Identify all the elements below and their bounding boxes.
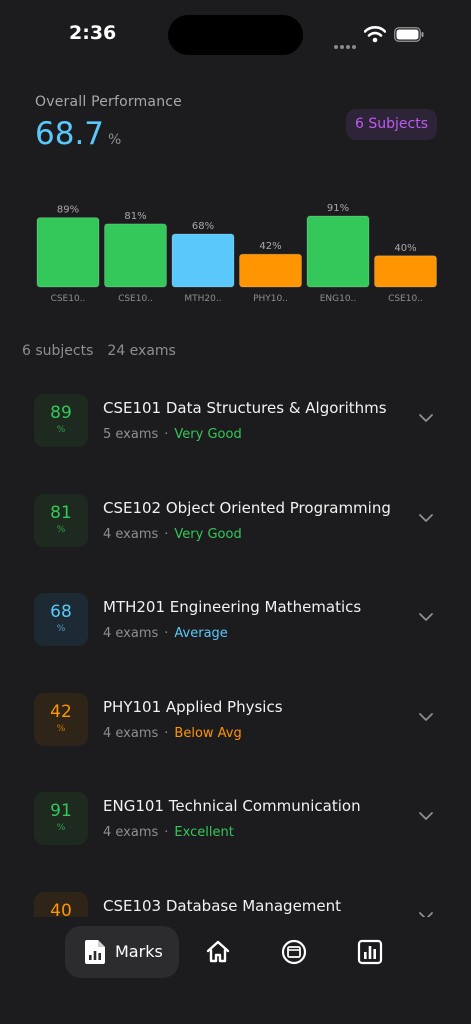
chevron-down-icon[interactable] [418,712,434,722]
chart-category-label: CSE10.. [51,294,86,304]
home-icon[interactable] [205,939,231,965]
subject-row[interactable]: 81% CSE102 Object Oriented Programming 4 e… [0,470,471,569]
chart-bar [239,253,302,288]
chart-category-label: ENG10.. [320,294,357,304]
subject-name: MTH201 Engineering Mathematics [103,598,362,616]
subject-name: CSE103 Database Management [103,896,342,915]
meta-separator: · [164,825,169,840]
summary-line: 6 subjects 24 exams [22,343,176,359]
subject-row[interactable]: 42% PHY101 Applied Physics 4 exams · Below A… [0,669,471,768]
score-box: 42% [34,692,88,746]
grade-label: Very Good [174,526,242,542]
chevron-down-icon[interactable] [418,513,434,523]
subject-row[interactable]: 40%CSE103 Database Management4 exams·Bel… [0,868,471,918]
subject-meta: 4 exams · Excellent [103,825,234,840]
chart-category-label: CSE10.. [388,294,423,304]
chart-bar [36,217,100,288]
chevron-down-icon[interactable] [418,413,434,423]
chart-bar [171,233,235,288]
subjects-count-badge[interactable]: 6 Subjects [346,109,437,140]
subject-name: CSE102 Object Oriented Programming [103,498,391,517]
meta-separator: · [164,725,169,741]
subject-name: ENG101 Technical Communication [103,797,361,815]
chevron-down-icon[interactable] [418,612,434,622]
grade-label: Very Good [174,427,242,442]
chart-bar [104,223,167,288]
score-value: 89 [50,403,72,423]
summary-exams: 24 exams [107,343,176,359]
chart-category-label: PHY10.. [253,294,288,304]
score-value: 68 [50,602,72,622]
score-percent-sign: % [56,723,66,734]
score-value: 81 [50,502,72,523]
exam-count: 4 exams [103,526,159,542]
score-box: 91% [34,792,88,845]
score-box: 68% [34,593,88,646]
chart-bar [306,215,370,288]
subject-meta: 4 exams · Average [103,626,228,641]
subject-list[interactable]: 89% CSE101 Data Structures & Algorithms 5 … [0,370,471,917]
score-percent-sign: % [56,524,66,535]
chart-category-label: MTH20.. [184,294,221,304]
score-box: 81% [34,493,88,547]
subject-meta: 4 exams · Below Avg [103,726,242,741]
chevron-down-icon[interactable] [418,811,434,821]
meta-separator: · [164,427,169,442]
cellular-signal-icon [334,34,358,53]
chart-category-label: CSE10.. [118,294,153,304]
overall-performance-value: 68.7% [35,116,122,152]
subject-meta: 5 exams · Very Good [103,427,242,442]
chart-bar [374,255,437,288]
status-bar: 2:36 [0,0,471,70]
score-box: 40% [34,891,88,918]
subject-meta: 4 exams · Very Good [103,527,242,542]
chart-value-label: 42% [259,241,281,252]
grade-label: Excellent [174,825,234,840]
tab-bar: Marks [0,917,471,1024]
meta-separator: · [164,626,169,641]
chart-value-label: 91% [327,203,349,214]
chart-value-label: 81% [124,211,146,222]
score-percent-sign: % [56,624,66,634]
chart-value-label: 68% [192,221,214,232]
score-box: 89% [34,394,88,447]
subject-name: CSE101 Data Structures & Algorithms [103,399,387,417]
score-percent-sign: % [56,425,66,435]
calendar-icon[interactable] [281,939,307,965]
stats-chart-icon[interactable] [357,939,383,965]
chart-value-label: 40% [394,243,416,254]
summary-subjects: 6 subjects [22,343,94,359]
chart-value-label: 89% [57,205,79,216]
score-value: 42 [50,701,72,722]
marks-document-icon [85,940,105,964]
grade-label: Below Avg [174,725,242,741]
score-percent-sign: % [56,823,66,833]
subject-row[interactable]: 68% MTH201 Engineering Mathematics 4 exams… [0,569,471,668]
score-value: 91 [50,801,72,821]
performance-bar-chart: 89% CSE10.. 81% CSE10.. 68% MTH20.. 42% PHY10..… [36,203,437,304]
exam-count: 4 exams [103,825,159,840]
meta-separator: · [164,526,169,542]
tab-marks-label: Marks [115,942,163,961]
overall-performance-unit: % [108,132,122,148]
exam-count: 5 exams [103,427,159,442]
status-time: 2:36 [69,22,117,44]
tab-marks[interactable]: Marks [65,926,179,978]
subject-name: PHY101 Applied Physics [103,697,283,716]
subject-row[interactable]: 91% ENG101 Technical Communication 4 exams… [0,768,471,867]
overall-performance-label: Overall Performance [35,94,182,110]
exam-count: 4 exams [103,626,159,641]
grade-label: Average [174,626,228,641]
dynamic-island [168,15,303,55]
exam-count: 4 exams [103,725,159,741]
score-value: 40 [50,900,72,918]
battery-icon [394,27,424,42]
subject-row[interactable]: 89% CSE101 Data Structures & Algorithms 5 … [0,370,471,469]
wifi-icon [364,26,386,43]
